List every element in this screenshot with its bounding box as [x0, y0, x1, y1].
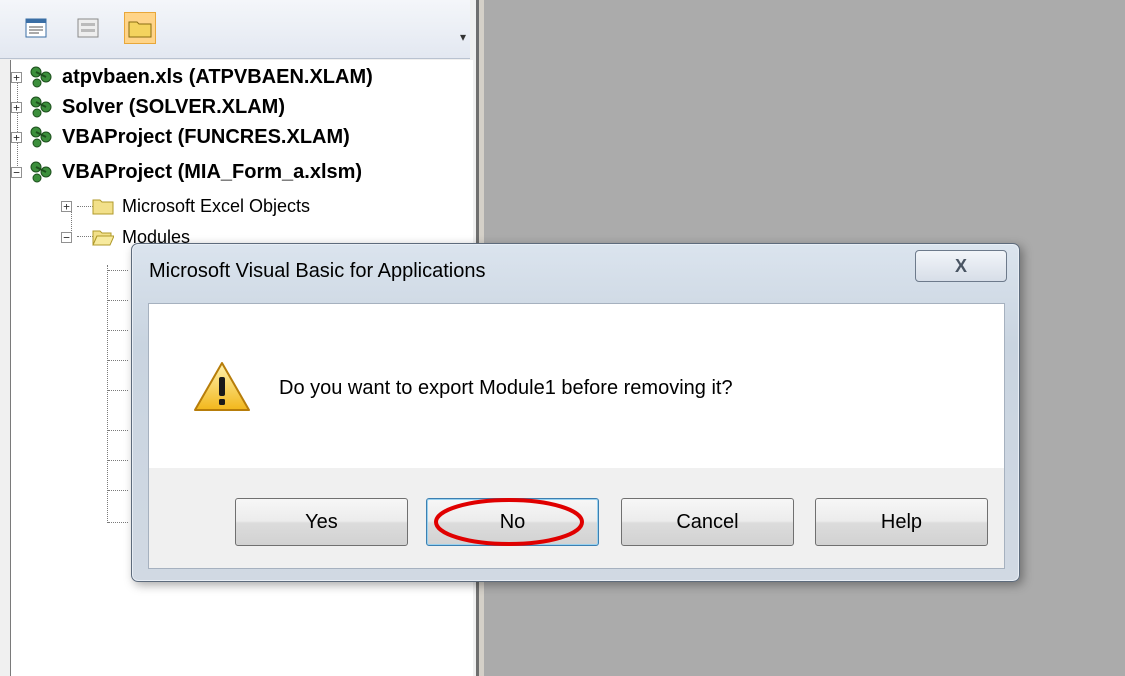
tree-project-label: Solver (SOLVER.XLAM): [62, 95, 285, 118]
close-button[interactable]: X: [915, 250, 1007, 282]
collapse-toggle[interactable]: −: [61, 231, 72, 243]
collapse-toggle[interactable]: −: [11, 166, 22, 178]
tree-project-label: VBAProject (MIA_Form_a.xlsm): [62, 160, 363, 183]
folder-icon: [128, 21, 152, 38]
no-button[interactable]: No: [426, 498, 599, 546]
vba-project-icon: [28, 95, 54, 119]
help-button[interactable]: Help: [815, 498, 988, 546]
tree-folder-excel-objects[interactable]: + Microsoft Excel Objects: [61, 191, 310, 221]
cancel-button[interactable]: Cancel: [621, 498, 794, 546]
expand-toggle[interactable]: +: [61, 200, 72, 212]
warning-icon: [193, 361, 251, 417]
expand-toggle[interactable]: +: [11, 101, 22, 113]
toggle-folders-button[interactable]: [124, 12, 156, 44]
view-object-icon: [77, 18, 99, 38]
view-code-icon: [25, 18, 47, 38]
tree-project-mia-form[interactable]: − VBAProject (MIA_Form_a.xlsm): [11, 157, 362, 187]
tree-folder-label: Microsoft Excel Objects: [122, 195, 311, 216]
yes-button[interactable]: Yes: [235, 498, 408, 546]
message-dialog: Microsoft Visual Basic for Applications …: [131, 243, 1020, 582]
tree-project-atpvbaen[interactable]: + atpvbaen.xls (ATPVBAEN.XLAM): [11, 62, 373, 92]
view-object-button[interactable]: [72, 12, 104, 44]
dialog-button-bar: Yes No Cancel Help: [148, 468, 1005, 569]
tree-project-funcres[interactable]: + VBAProject (FUNCRES.XLAM): [11, 122, 350, 152]
chevron-down-icon[interactable]: ▾: [460, 30, 466, 44]
vba-project-icon: [28, 65, 54, 89]
expand-toggle[interactable]: +: [11, 131, 22, 143]
open-folder-icon: [92, 228, 114, 246]
dialog-body: Do you want to export Module1 before rem…: [148, 303, 1005, 470]
tree-project-solver[interactable]: + Solver (SOLVER.XLAM): [11, 92, 285, 122]
tree-project-label: VBAProject (FUNCRES.XLAM): [62, 125, 350, 148]
tree-project-label: atpvbaen.xls (ATPVBAEN.XLAM): [62, 65, 373, 88]
folder-icon: [92, 197, 114, 215]
vba-project-icon: [28, 160, 54, 184]
dialog-message: Do you want to export Module1 before rem…: [279, 377, 733, 399]
dialog-title: Microsoft Visual Basic for Applications: [149, 260, 486, 282]
expand-toggle[interactable]: +: [11, 71, 22, 83]
explorer-toolbar: ▾: [0, 0, 470, 59]
view-code-button[interactable]: [20, 12, 52, 44]
vba-project-icon: [28, 125, 54, 149]
close-icon: X: [954, 255, 967, 276]
